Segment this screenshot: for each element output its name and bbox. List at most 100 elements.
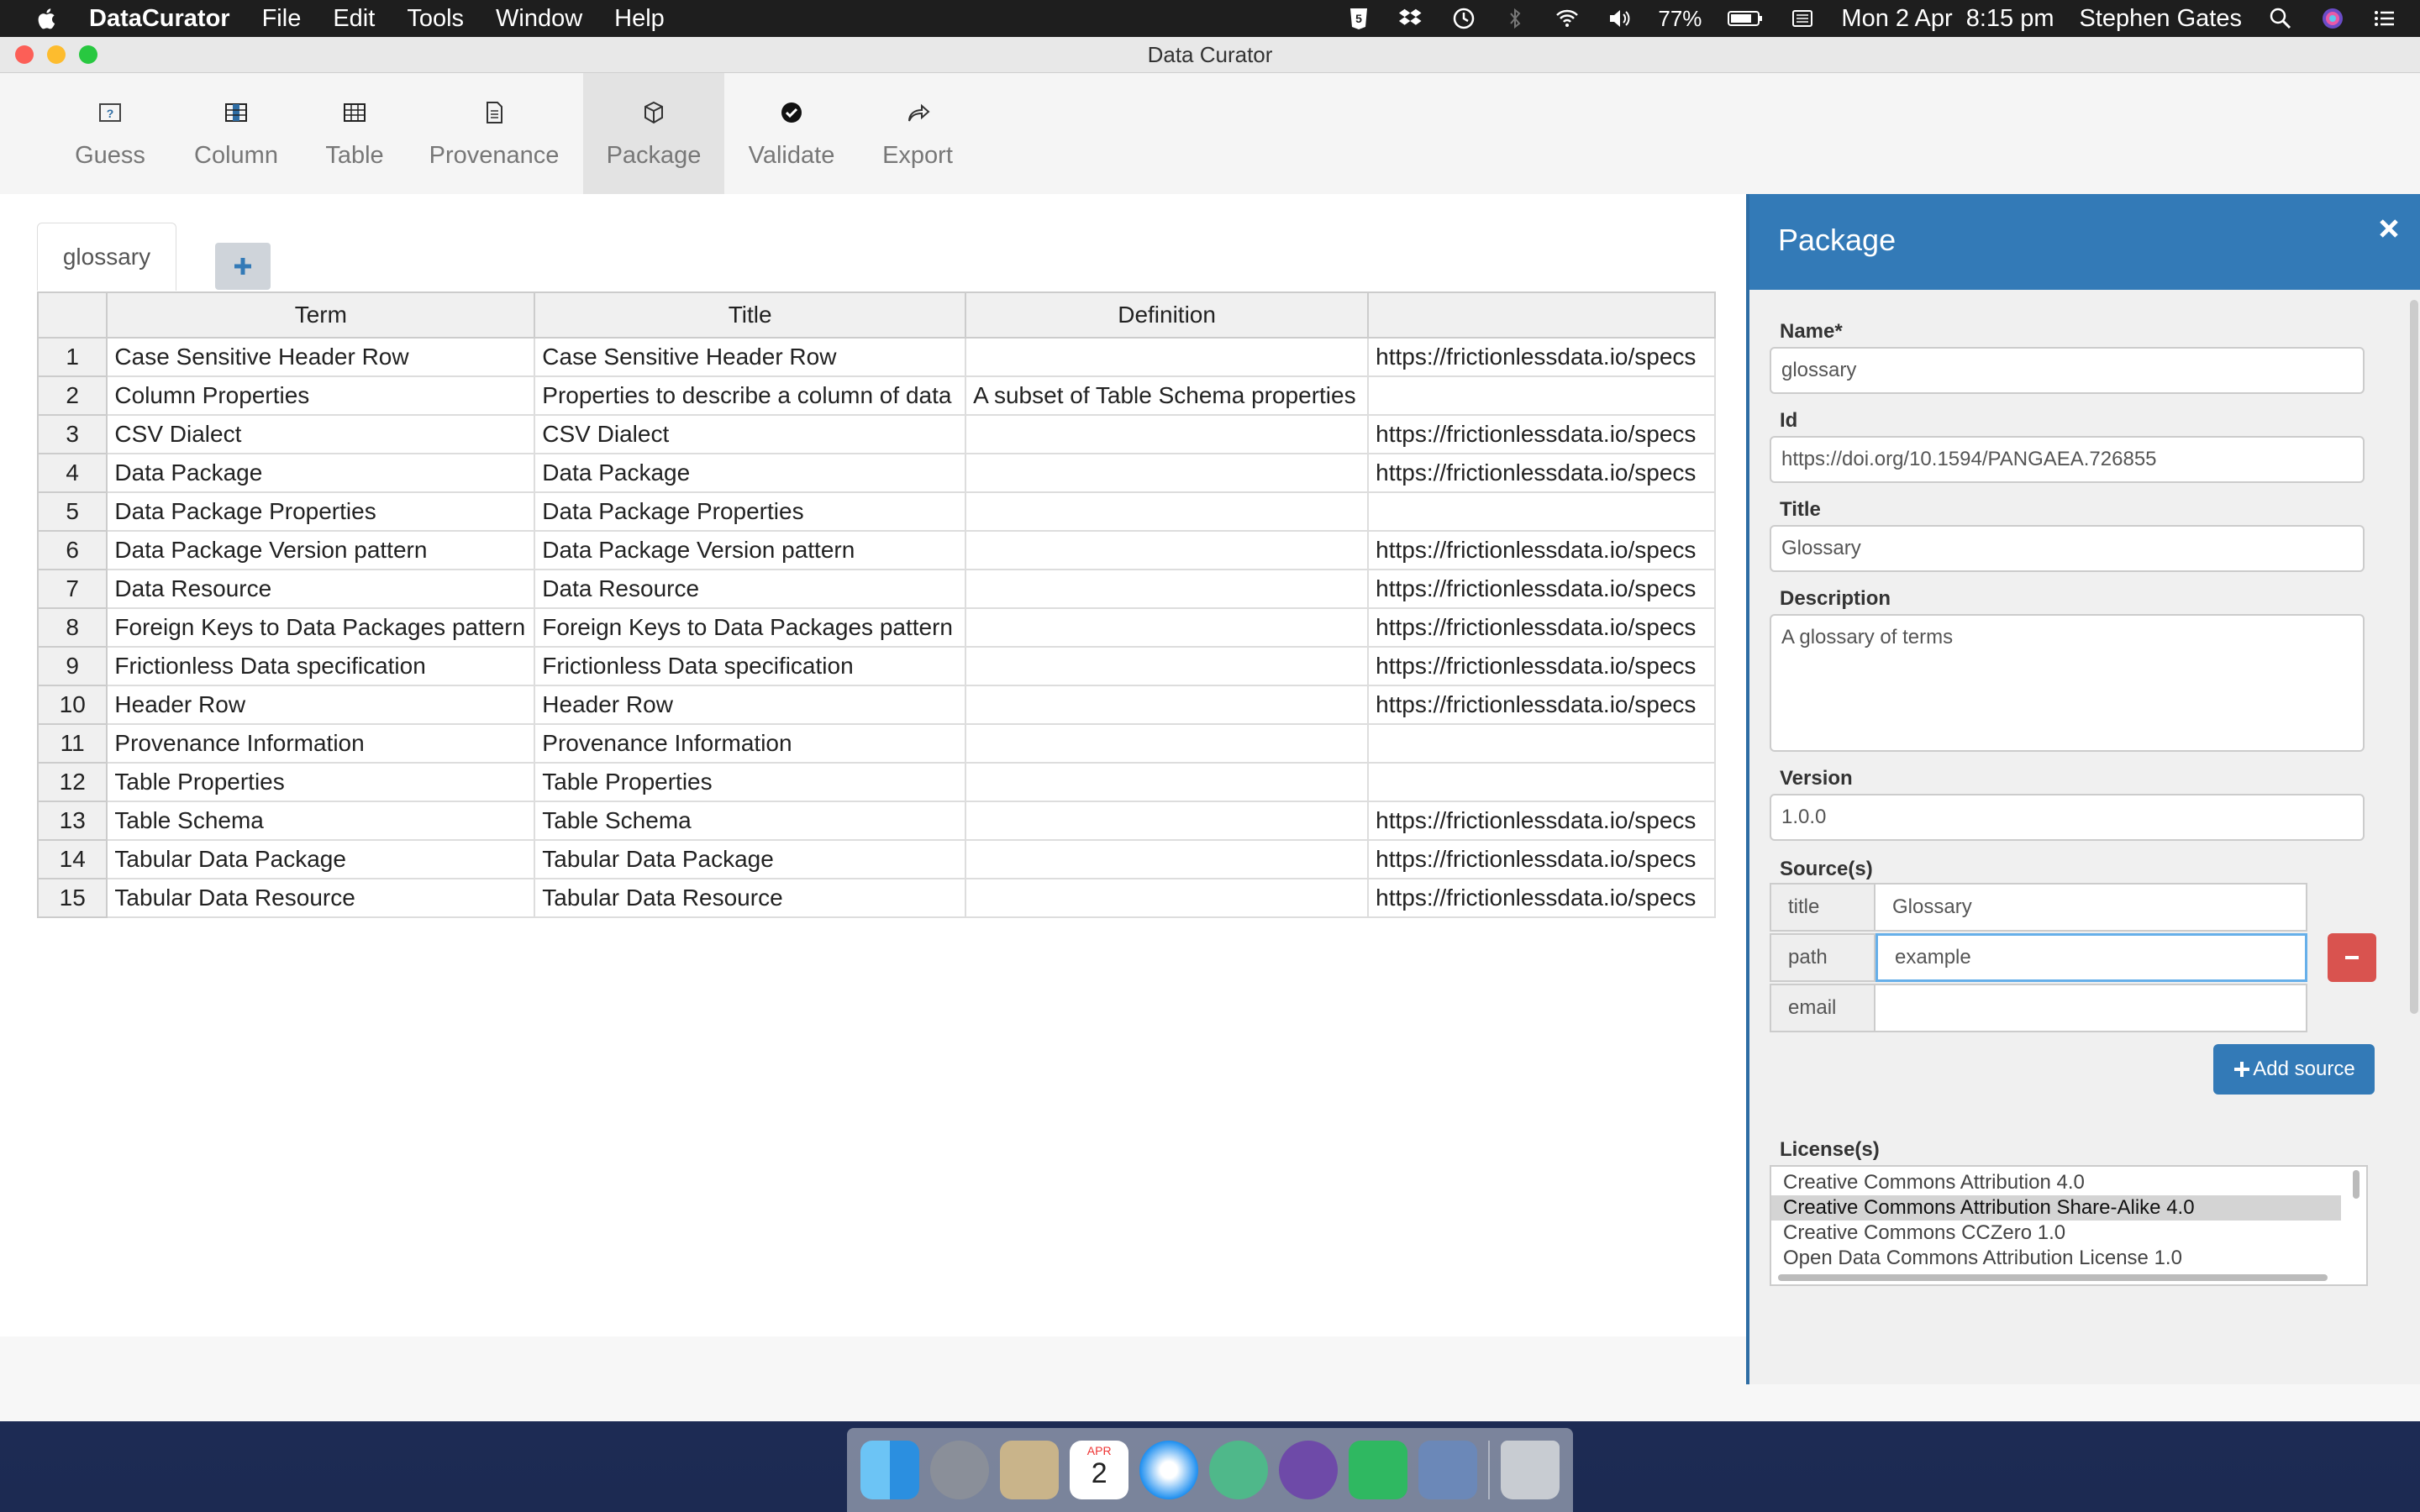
cell-title[interactable]: Data Package Properties	[534, 491, 967, 532]
grid-corner[interactable]	[37, 291, 108, 339]
menu-edit[interactable]: Edit	[333, 5, 375, 33]
github-icon[interactable]	[1278, 1441, 1338, 1499]
cell-reference[interactable]	[1367, 375, 1716, 416]
table-row[interactable]: 5 Data Package Properties Data Package Pro…	[37, 491, 1716, 532]
menubar-user[interactable]: Stephen Gates	[2080, 5, 2242, 33]
cell-term[interactable]: Data Package Version pattern	[106, 530, 536, 570]
row-number[interactable]: 14	[37, 839, 108, 879]
menu-window[interactable]: Window	[496, 5, 582, 33]
cell-title[interactable]: Table Properties	[534, 762, 967, 802]
cell-definition[interactable]	[965, 453, 1370, 493]
version-field[interactable]: 1.0.0	[1770, 794, 2365, 841]
launchpad-icon[interactable]	[930, 1441, 990, 1499]
cell-reference[interactable]: https://frictionlessdata.io/specs	[1367, 878, 1716, 918]
cell-title[interactable]: Provenance Information	[534, 723, 967, 764]
table-row[interactable]: 4 Data Package Data Package https://frictio…	[37, 453, 1716, 493]
mail-icon[interactable]	[1000, 1441, 1060, 1499]
table-row[interactable]: 11 Provenance Information Provenance Infor…	[37, 723, 1716, 764]
preview-icon[interactable]	[1418, 1441, 1477, 1499]
row-number[interactable]: 2	[37, 375, 108, 416]
menu-tools[interactable]: Tools	[407, 5, 464, 33]
html5-icon[interactable]: 5	[1345, 6, 1372, 31]
time-machine-icon[interactable]	[1449, 6, 1476, 31]
row-number[interactable]: 15	[37, 878, 108, 918]
cell-term[interactable]: Tabular Data Resource	[106, 878, 536, 918]
cell-reference[interactable]: https://frictionlessdata.io/specs	[1367, 414, 1716, 454]
row-number[interactable]: 6	[37, 530, 108, 570]
trash-icon[interactable]	[1500, 1441, 1560, 1499]
table-row[interactable]: 1 Case Sensitive Header Row Case Sensitive…	[37, 337, 1716, 377]
column-header-reference[interactable]	[1367, 291, 1716, 339]
menu-file[interactable]: File	[262, 5, 302, 33]
license-select[interactable]: Creative Commons Attribution 4.0 Creativ…	[1770, 1165, 2368, 1286]
table-row[interactable]: 6 Data Package Version pattern Data Packag…	[37, 530, 1716, 570]
cell-title[interactable]: Data Resource	[534, 569, 967, 609]
cell-reference[interactable]: https://frictionlessdata.io/specs	[1367, 337, 1716, 377]
license-option[interactable]: Open Data Commons Attribution License 1.…	[1771, 1246, 2341, 1271]
cell-term[interactable]: Foreign Keys to Data Packages pattern	[106, 607, 536, 648]
column-header-term[interactable]: Term	[106, 291, 536, 339]
cell-definition[interactable]: A subset of Table Schema properties	[965, 375, 1370, 416]
notification-center-icon[interactable]	[2371, 6, 2398, 31]
cell-reference[interactable]: https://frictionlessdata.io/specs	[1367, 607, 1716, 648]
cell-term[interactable]: Data Package Properties	[106, 491, 536, 532]
apple-icon[interactable]	[34, 5, 60, 32]
license-option[interactable]: Creative Commons Attribution 4.0	[1771, 1170, 2341, 1195]
cell-reference[interactable]	[1367, 762, 1716, 802]
title-field[interactable]: Glossary	[1770, 525, 2365, 572]
row-number[interactable]: 3	[37, 414, 108, 454]
cell-definition[interactable]	[965, 337, 1370, 377]
siri-icon[interactable]	[2319, 6, 2346, 31]
cell-term[interactable]: CSV Dialect	[106, 414, 536, 454]
cell-definition[interactable]	[965, 491, 1370, 532]
battery-icon[interactable]	[1727, 6, 1764, 31]
row-number[interactable]: 4	[37, 453, 108, 493]
cell-definition[interactable]	[965, 607, 1370, 648]
menu-app-name[interactable]: DataCurator	[89, 5, 230, 33]
cell-reference[interactable]: https://frictionlessdata.io/specs	[1367, 453, 1716, 493]
row-number[interactable]: 8	[37, 607, 108, 648]
description-field[interactable]: A glossary of terms	[1770, 614, 2365, 752]
cell-term[interactable]: Data Package	[106, 453, 536, 493]
cell-definition[interactable]	[965, 685, 1370, 725]
cell-definition[interactable]	[965, 839, 1370, 879]
cell-term[interactable]: Case Sensitive Header Row	[106, 337, 536, 377]
column-header-definition[interactable]: Definition	[965, 291, 1370, 339]
cell-definition[interactable]	[965, 801, 1370, 841]
table-row[interactable]: 15 Tabular Data Resource Tabular Data Reso…	[37, 878, 1716, 918]
cell-title[interactable]: Foreign Keys to Data Packages pattern	[534, 607, 967, 648]
volume-icon[interactable]	[1606, 6, 1633, 31]
cell-title[interactable]: Properties to describe a column of data	[534, 375, 967, 416]
cell-title[interactable]: Frictionless Data specification	[534, 646, 967, 686]
tab-glossary[interactable]: glossary	[37, 223, 176, 291]
row-number[interactable]: 1	[37, 337, 108, 377]
cell-reference[interactable]: https://frictionlessdata.io/specs	[1367, 801, 1716, 841]
cell-term[interactable]: Provenance Information	[106, 723, 536, 764]
cell-title[interactable]: Header Row	[534, 685, 967, 725]
calendar-icon[interactable]: APR 2	[1070, 1441, 1129, 1499]
add-tab-button[interactable]	[215, 243, 271, 290]
dropbox-icon[interactable]	[1397, 6, 1424, 31]
license-scrollbar-vertical[interactable]	[2353, 1170, 2360, 1199]
wifi-icon[interactable]	[1554, 6, 1581, 31]
cell-reference[interactable]	[1367, 491, 1716, 532]
table-row[interactable]: 12 Table Properties Table Properties	[37, 762, 1716, 802]
data-grid[interactable]: Term Title Definition 1 Case Sensitive He…	[37, 291, 1716, 918]
cell-title[interactable]: Tabular Data Resource	[534, 878, 967, 918]
row-number[interactable]: 13	[37, 801, 108, 841]
cell-title[interactable]: CSV Dialect	[534, 414, 967, 454]
spotlight-search-icon[interactable]	[2267, 6, 2294, 31]
cell-term[interactable]: Data Resource	[106, 569, 536, 609]
cell-title[interactable]: Data Package	[534, 453, 967, 493]
cell-title[interactable]: Tabular Data Package	[534, 839, 967, 879]
add-source-button[interactable]: Add source	[2213, 1044, 2375, 1095]
column-header-title[interactable]: Title	[534, 291, 967, 339]
row-number[interactable]: 10	[37, 685, 108, 725]
source-title-input[interactable]: Glossary	[1876, 883, 2307, 932]
cell-reference[interactable]: https://frictionlessdata.io/specs	[1367, 569, 1716, 609]
table-row[interactable]: 8 Foreign Keys to Data Packages pattern Fo…	[37, 607, 1716, 648]
row-number[interactable]: 7	[37, 569, 108, 609]
panel-scrollbar[interactable]	[2410, 300, 2418, 1014]
keyboard-icon[interactable]	[1789, 6, 1816, 31]
atom-icon[interactable]	[1208, 1441, 1268, 1499]
